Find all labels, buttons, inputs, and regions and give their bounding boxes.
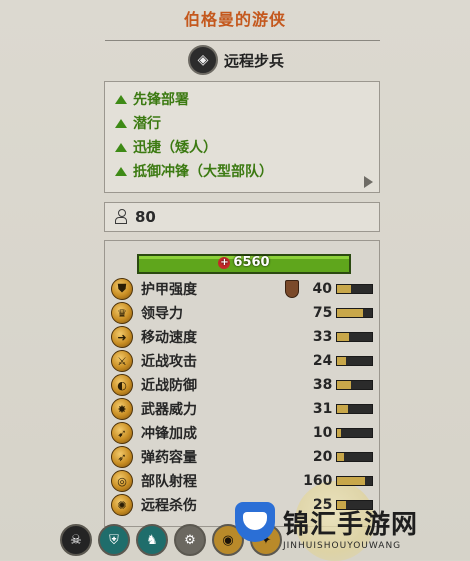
stat-bar-fill bbox=[337, 381, 351, 389]
missile-damage-icon: ✺ bbox=[111, 494, 133, 516]
leadership-icon: ♛ bbox=[111, 302, 133, 324]
ability-label: 迅捷（矮人） bbox=[133, 140, 217, 156]
green-triangle-icon bbox=[115, 94, 127, 104]
abilities-list: 先锋部署 潜行 迅捷（矮人） 抵御冲锋（大型部队） bbox=[104, 81, 380, 193]
ability-label: 抵御冲锋（大型部队） bbox=[133, 164, 273, 180]
stat-bar bbox=[336, 452, 373, 462]
stat-value: 40 bbox=[312, 281, 332, 297]
stat-value: 75 bbox=[312, 305, 333, 321]
stat-bar bbox=[336, 404, 373, 414]
stats-panel: +6560 ⛊ 护甲强度 40 ♛ 领导力 75 ➜ 移动速度 33 ⚔ 近战攻击 24 ◐ 近战防御 38… bbox=[104, 240, 380, 561]
stat-bar-fill bbox=[337, 357, 346, 365]
stat-bar bbox=[336, 476, 373, 486]
stat-label: 冲锋加成 bbox=[141, 426, 197, 442]
ability-item[interactable]: 抵御冲锋（大型部队） bbox=[115, 160, 273, 182]
ability-label: 先锋部署 bbox=[133, 92, 189, 108]
watermark-title: 锦汇手游网 bbox=[283, 510, 419, 540]
stat-bar-fill bbox=[337, 477, 366, 485]
unit-cost-icon bbox=[115, 209, 127, 225]
stat-bar-fill bbox=[337, 429, 341, 437]
stat-row[interactable]: ◐ 近战防御 38 bbox=[111, 373, 373, 397]
armour-icon: ⛊ bbox=[111, 278, 133, 300]
stat-bar bbox=[336, 428, 373, 438]
health-text: +6560 bbox=[139, 255, 349, 270]
stat-row[interactable]: ➹ 冲锋加成 10 bbox=[111, 421, 373, 445]
stat-bar bbox=[336, 284, 373, 294]
stat-bar bbox=[336, 380, 373, 390]
unit-cost: 80 bbox=[104, 202, 380, 232]
stat-value: 31 bbox=[312, 401, 333, 417]
stat-row[interactable]: ♛ 领导力 75 bbox=[111, 301, 373, 325]
weapon-strength-icon: ✸ bbox=[111, 398, 133, 420]
stat-value: 160 bbox=[303, 473, 333, 489]
stat-bar bbox=[336, 308, 373, 318]
ammunition-icon: ➶ bbox=[111, 446, 133, 468]
unit-name: 伯格曼的游侠 bbox=[183, 10, 286, 29]
deer-icon[interactable]: ♞ bbox=[136, 524, 168, 556]
stat-row[interactable]: ◎ 部队射程 160 bbox=[111, 469, 373, 493]
stat-label: 领导力 bbox=[141, 306, 183, 322]
stat-bar-fill bbox=[337, 405, 349, 413]
stat-label: 远程杀伤 bbox=[141, 498, 197, 514]
stat-value: 38 bbox=[312, 377, 333, 393]
stat-value: 10 bbox=[312, 425, 333, 441]
stat-row[interactable]: ✸ 武器威力 31 bbox=[111, 397, 373, 421]
stat-row[interactable]: ⚔ 近战攻击 24 bbox=[111, 349, 373, 373]
unit-type: ◈ 远程步兵 bbox=[188, 45, 285, 75]
title-divider bbox=[105, 40, 380, 41]
skull-icon[interactable]: ☠ bbox=[60, 524, 92, 556]
green-triangle-icon bbox=[115, 166, 127, 176]
stat-row[interactable]: ⛊ 护甲强度 40 bbox=[111, 277, 373, 301]
range-icon: ◎ bbox=[111, 470, 133, 492]
ability-label: 潜行 bbox=[133, 116, 161, 132]
ability-item[interactable]: 先锋部署 bbox=[115, 88, 189, 110]
green-triangle-icon bbox=[115, 118, 127, 128]
unit-info-panel: 伯格曼的游侠 ◈ 远程步兵 先锋部署 潜行 迅捷（矮人） 抵御冲锋（大型部队） … bbox=[0, 0, 470, 561]
green-triangle-icon bbox=[115, 142, 127, 152]
health-plus-icon: + bbox=[218, 257, 231, 269]
stat-bar bbox=[336, 332, 373, 342]
armour-shield-icon bbox=[284, 280, 299, 298]
stat-value: 33 bbox=[312, 329, 333, 345]
ability-item[interactable]: 迅捷（矮人） bbox=[115, 136, 217, 158]
stat-value: 24 bbox=[312, 353, 333, 369]
expand-abilities-icon[interactable] bbox=[364, 176, 373, 188]
speed-icon: ➜ bbox=[111, 326, 133, 348]
stat-bar-fill bbox=[337, 309, 364, 317]
stat-label: 近战防御 bbox=[141, 378, 197, 394]
stat-label: 护甲强度 bbox=[141, 282, 197, 298]
ability-item[interactable]: 潜行 bbox=[115, 112, 161, 134]
stat-row[interactable]: ➶ 弹药容量 20 bbox=[111, 445, 373, 469]
stat-label: 武器威力 bbox=[141, 402, 197, 418]
shield-icon[interactable]: ⛨ bbox=[98, 524, 130, 556]
stat-row[interactable]: ➜ 移动速度 33 bbox=[111, 325, 373, 349]
health-bar[interactable]: +6560 bbox=[137, 254, 351, 274]
site-watermark: 锦汇手游网 JINHUISHOUYOUWANG bbox=[235, 500, 470, 560]
stat-bar-fill bbox=[337, 285, 351, 293]
stat-bar-fill bbox=[337, 453, 345, 461]
health-value: 6560 bbox=[233, 255, 270, 270]
crosshair-icon: ◈ bbox=[188, 45, 218, 75]
charge-bonus-icon: ➹ bbox=[111, 422, 133, 444]
melee-defence-icon: ◐ bbox=[111, 374, 133, 396]
unit-type-label: 远程步兵 bbox=[224, 51, 285, 70]
melee-attack-icon: ⚔ bbox=[111, 350, 133, 372]
stat-bar bbox=[336, 356, 373, 366]
stat-value: 20 bbox=[312, 449, 333, 465]
watermark-logo-icon bbox=[235, 502, 275, 542]
stat-label: 移动速度 bbox=[141, 330, 197, 346]
stat-label: 弹药容量 bbox=[141, 450, 197, 466]
stat-label: 部队射程 bbox=[141, 474, 197, 490]
gear-icon[interactable]: ⚙ bbox=[174, 524, 206, 556]
stat-bar-fill bbox=[337, 333, 349, 341]
watermark-subtitle: JINHUISHOUYOUWANG bbox=[283, 541, 402, 551]
cost-value: 80 bbox=[135, 208, 156, 226]
stat-label: 近战攻击 bbox=[141, 354, 197, 370]
